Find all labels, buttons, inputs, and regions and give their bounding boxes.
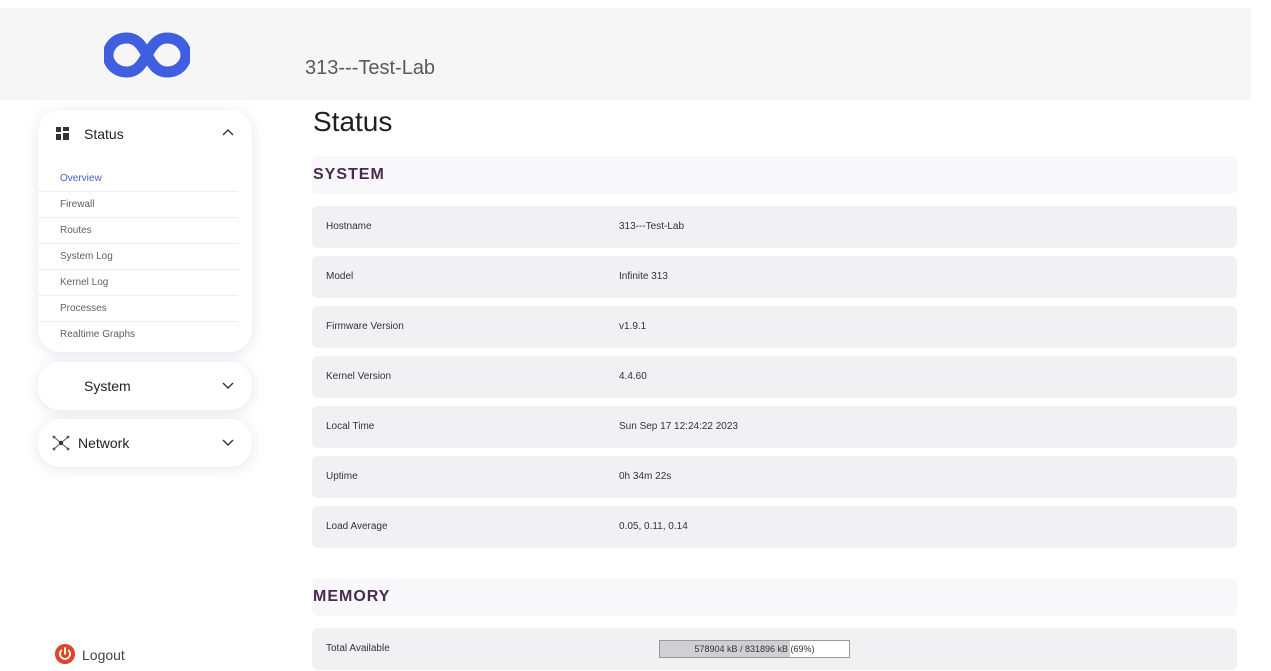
- page-title: Status: [313, 106, 393, 137]
- info-row-load-average: Load Average 0.05, 0.11, 0.14: [312, 506, 1237, 548]
- info-row-total-available: Total Available 578904 kB / 831896 kB (6…: [312, 628, 1237, 670]
- row-key: Model: [326, 271, 354, 282]
- infinity-logo-icon[interactable]: [104, 32, 190, 78]
- nav-status-header[interactable]: Status: [38, 110, 252, 156]
- memory-section-header: MEMORY: [312, 578, 1237, 616]
- row-value: Infinite 313: [619, 271, 668, 282]
- row-value: 0h 34m 22s: [619, 471, 672, 482]
- row-key: Hostname: [326, 221, 372, 232]
- row-key: Uptime: [326, 471, 358, 482]
- info-row-hostname: Hostname 313---Test-Lab: [312, 206, 1237, 248]
- row-key: Local Time: [326, 421, 375, 432]
- memory-progress-text: 578904 kB / 831896 kB (69%): [694, 644, 815, 654]
- memory-section-title: MEMORY: [313, 588, 391, 605]
- nav-network-label: Network: [78, 435, 130, 451]
- sidebar-item-firewall[interactable]: Firewall: [38, 192, 238, 218]
- nav-system-label: System: [84, 378, 131, 394]
- chevron-down-icon[interactable]: [222, 382, 234, 390]
- info-row-model: Model Infinite 313: [312, 256, 1237, 298]
- sidebar-item-overview[interactable]: Overview: [38, 166, 238, 192]
- chevron-up-icon[interactable]: [222, 128, 234, 136]
- system-section-header: SYSTEM: [312, 156, 1237, 194]
- top-bar: 313---Test-Lab: [0, 8, 1251, 100]
- memory-progress-bar: 578904 kB / 831896 kB (69%): [659, 640, 850, 658]
- sidebar-item-processes[interactable]: Processes: [38, 296, 238, 322]
- row-key: Total Available: [326, 643, 390, 654]
- row-value: 0.05, 0.11, 0.14: [619, 521, 688, 532]
- nav-status-group: Status Overview Firewall Routes System L…: [38, 110, 252, 352]
- info-row-local-time: Local Time Sun Sep 17 12:24:22 2023: [312, 406, 1237, 448]
- nav-network-header[interactable]: Network: [38, 419, 252, 465]
- system-section-title: SYSTEM: [313, 166, 385, 183]
- device-title: 313---Test-Lab: [305, 57, 436, 79]
- row-key: Load Average: [326, 521, 388, 532]
- logout-label: Logout: [82, 647, 125, 663]
- network-nodes-icon: [52, 435, 70, 451]
- main-content: Status SYSTEM Hostname 313---Test-Lab Mo…: [282, 100, 1271, 671]
- row-key: Kernel Version: [326, 371, 392, 382]
- nav-system-header[interactable]: System: [38, 362, 252, 408]
- power-icon: [55, 644, 75, 664]
- row-value: 313---Test-Lab: [619, 221, 685, 232]
- dashboard-grid-icon: [56, 127, 69, 140]
- row-value: v1.9.1: [619, 321, 647, 332]
- sidebar-item-routes[interactable]: Routes: [38, 218, 238, 244]
- info-row-firmware-version: Firmware Version v1.9.1: [312, 306, 1237, 348]
- sidebar-item-system-log[interactable]: System Log: [38, 244, 238, 270]
- sidebar-item-kernel-log[interactable]: Kernel Log: [38, 270, 238, 296]
- row-key: Firmware Version: [326, 321, 404, 332]
- status-submenu: Overview Firewall Routes System Log Kern…: [38, 166, 238, 348]
- nav-status-label: Status: [84, 126, 124, 142]
- row-value: 4.4.60: [619, 371, 647, 382]
- info-row-uptime: Uptime 0h 34m 22s: [312, 456, 1237, 498]
- nav-network-group[interactable]: Network: [38, 419, 252, 467]
- chevron-down-icon[interactable]: [222, 439, 234, 447]
- row-value: Sun Sep 17 12:24:22 2023: [619, 421, 738, 432]
- info-row-kernel-version: Kernel Version 4.4.60: [312, 356, 1237, 398]
- nav-system-group[interactable]: System: [38, 362, 252, 410]
- sidebar-item-realtime-graphs[interactable]: Realtime Graphs: [38, 322, 238, 348]
